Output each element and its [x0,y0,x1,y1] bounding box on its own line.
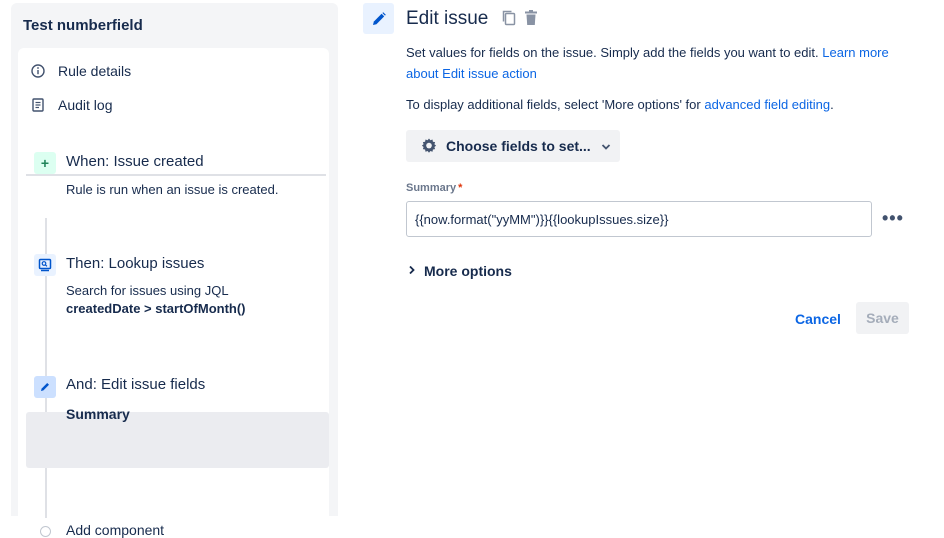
copy-icon[interactable] [500,8,518,28]
component-title: And: Edit issue fields [66,376,206,393]
rule-sidebar: Test numberfield Rule details Audit log … [11,3,338,538]
rule-components-card: Rule details Audit log + When: Issue cre… [18,48,329,538]
component-description: Rule is run when an issue is created. [66,182,279,197]
summary-input[interactable] [406,201,872,237]
trash-icon[interactable] [522,8,540,28]
more-options-label: More options [424,263,512,279]
edit-issue-icon [363,3,394,34]
lookup-icon [34,254,56,276]
panel-description: Set values for fields on the issue. Simp… [406,42,906,84]
add-component-link[interactable]: Add component [66,522,164,538]
summary-label-text: Summary [406,182,457,194]
save-button[interactable]: Save [856,302,909,334]
chevron-right-icon [408,264,416,278]
rule-details-label: Rule details [58,63,132,79]
chevron-down-icon [601,138,611,154]
component-title: When: Issue created [66,153,204,170]
gear-icon [420,137,438,155]
rule-details-item[interactable]: Rule details [30,60,131,82]
audit-log-label: Audit log [58,97,113,113]
audit-log-item[interactable]: Audit log [30,94,112,116]
more-actions-icon[interactable]: ••• [882,208,904,229]
choose-fields-label: Choose fields to set... [446,138,591,154]
cancel-button[interactable]: Cancel [790,304,846,334]
advanced-description: To display additional fields, select 'Mo… [406,94,906,115]
choose-fields-button[interactable]: Choose fields to set... [406,130,620,162]
description-text: Set values for fields on the issue. Simp… [406,45,819,60]
summary-field-label: Summary * [406,182,462,194]
plus-icon: + [34,152,56,174]
menu-divider [26,174,326,176]
required-marker: * [458,182,463,194]
rule-title: Test numberfield [23,17,143,34]
panel-title: Edit issue [406,8,489,29]
pencil-icon [34,376,56,398]
more-options-toggle[interactable]: More options [408,263,512,279]
advanced-field-editing-link[interactable]: advanced field editing [704,97,830,112]
component-title: Then: Lookup issues [66,255,205,272]
info-icon [30,63,46,79]
add-component-dot [40,526,51,537]
component-description: Search for issues using JQL [66,283,229,298]
document-icon [30,97,46,113]
advanced-period: . [830,97,834,112]
advanced-text: To display additional fields, select 'Mo… [406,97,701,112]
component-jql: createdDate > startOfMonth() [66,301,246,316]
component-description: Summary [66,406,130,422]
